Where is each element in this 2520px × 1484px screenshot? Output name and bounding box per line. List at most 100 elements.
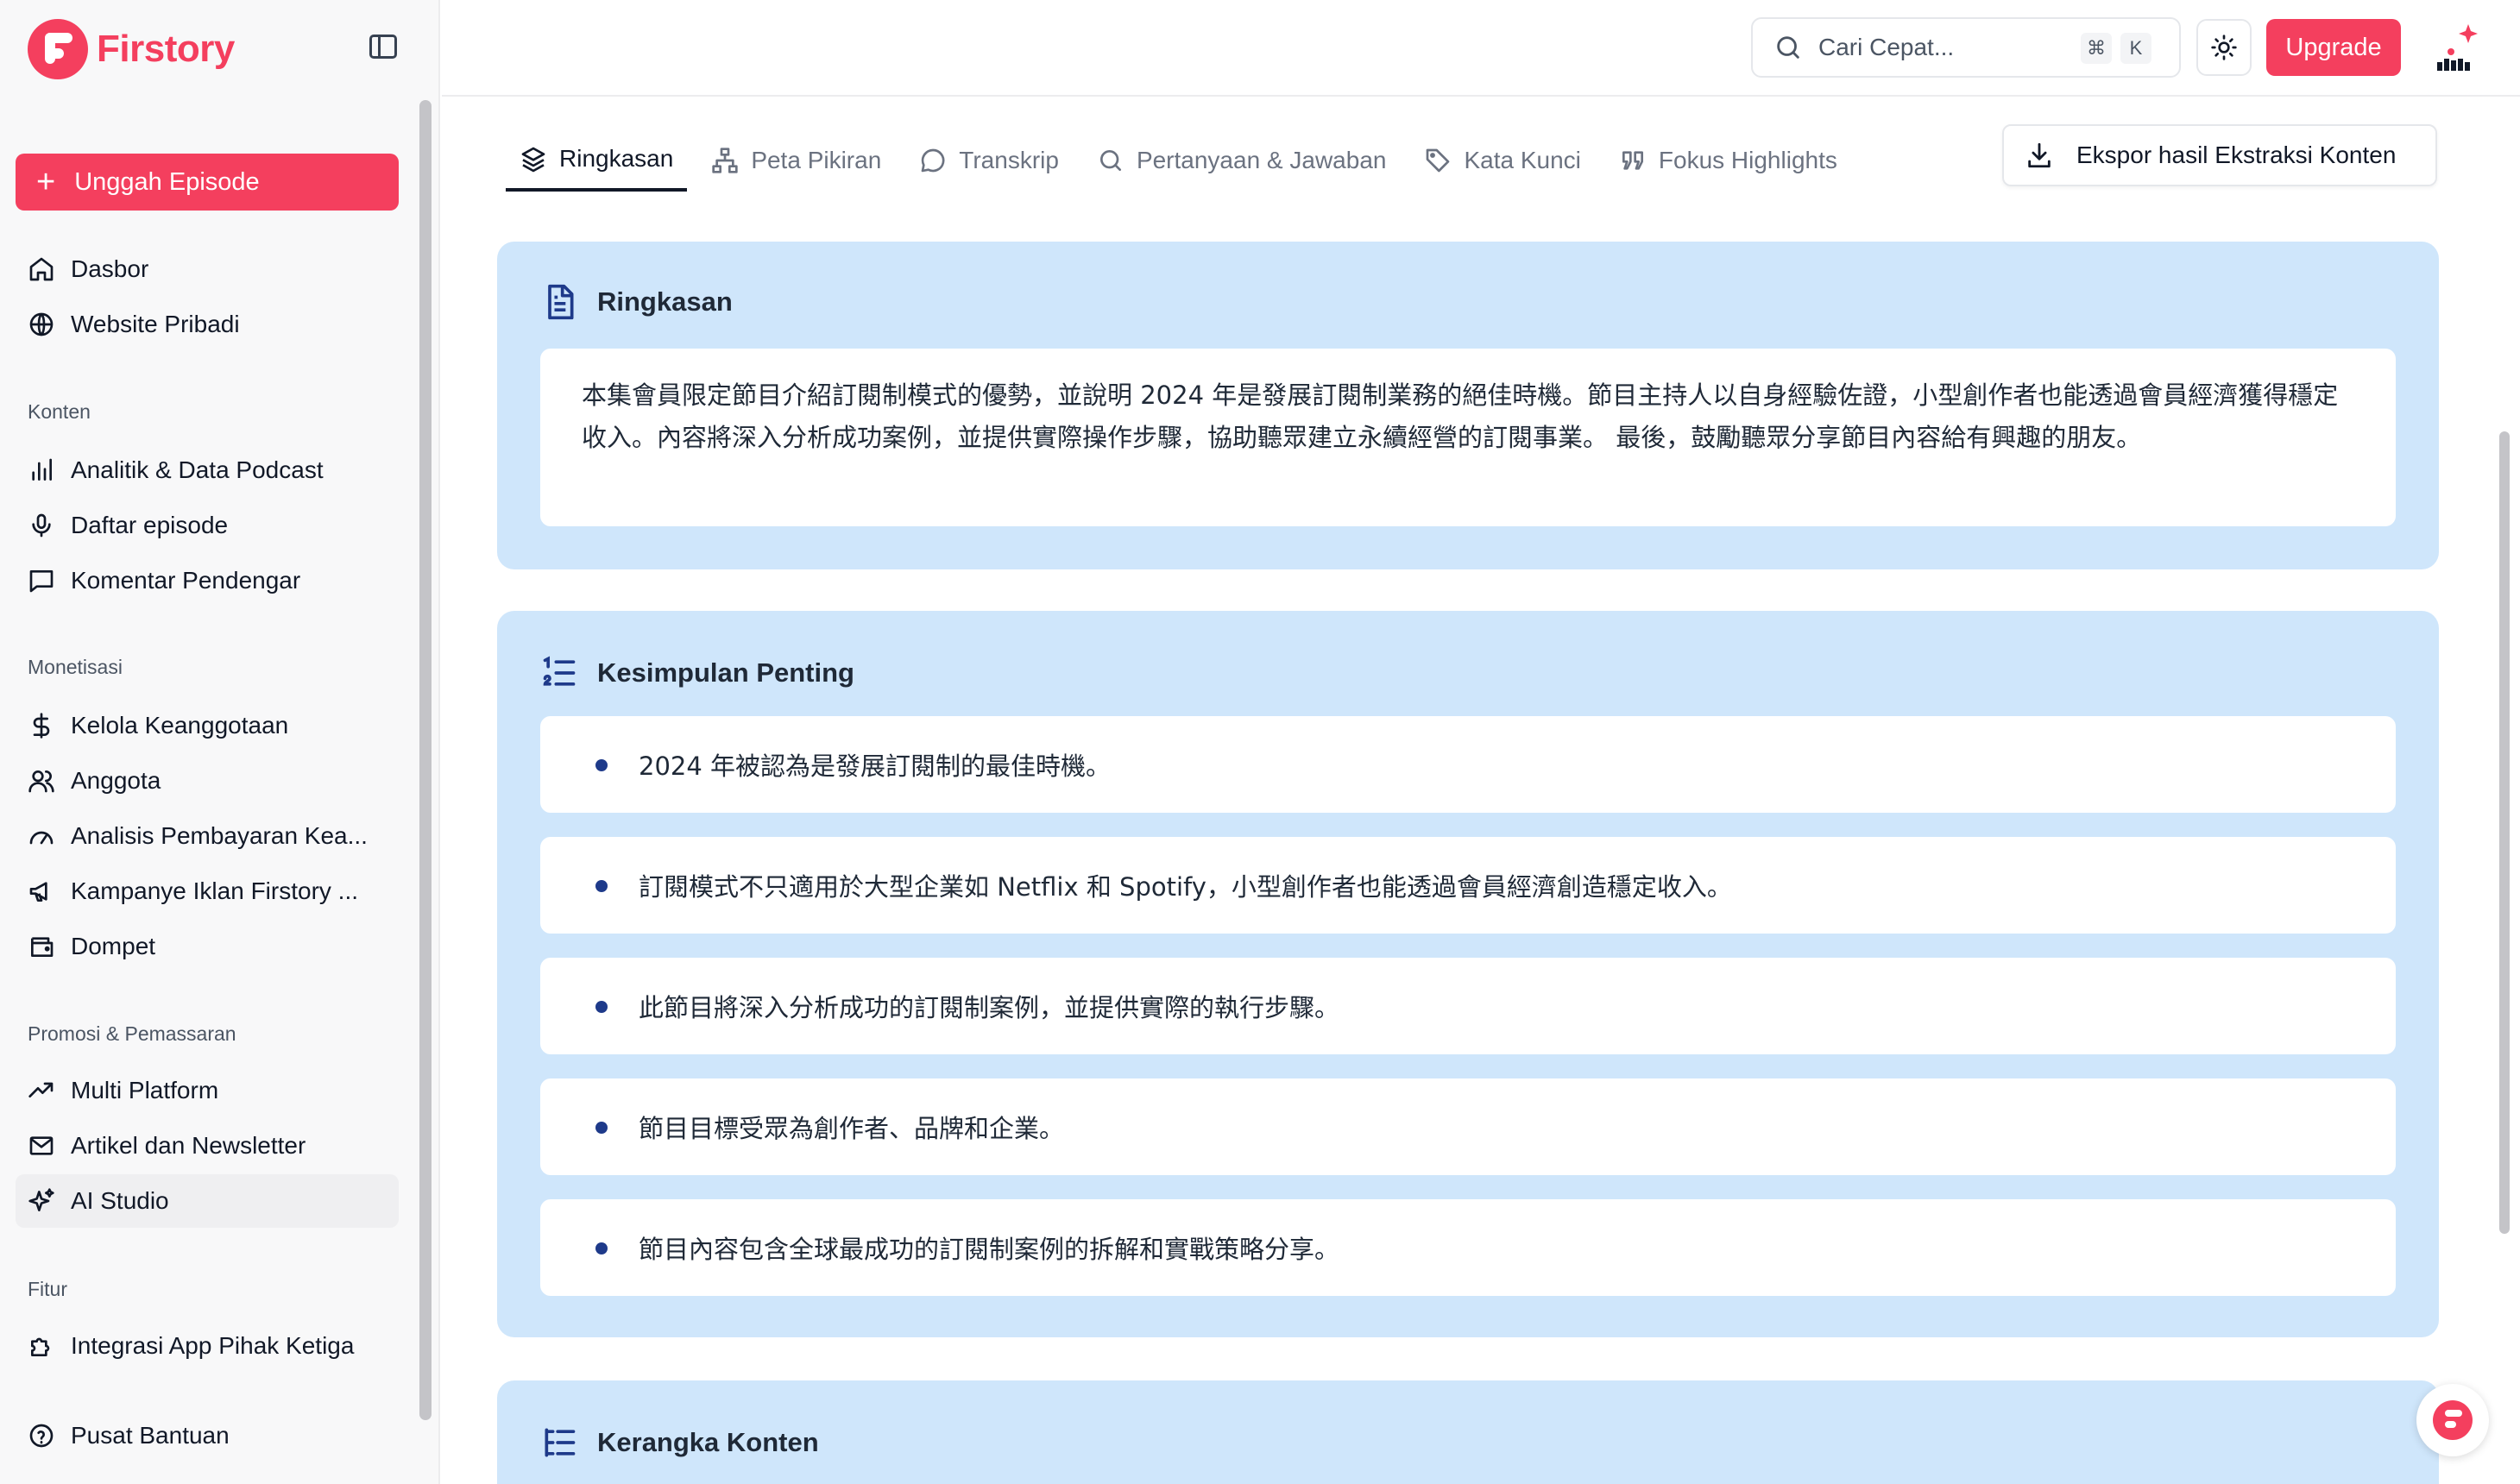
bullet-icon xyxy=(595,1122,608,1134)
sidebar-item-label: AI Studio xyxy=(71,1187,169,1214)
tab-ringkasan[interactable]: Ringkasan xyxy=(506,129,688,192)
sidebar-item-analitik[interactable]: Analitik & Data Podcast xyxy=(16,443,399,497)
gauge-icon xyxy=(28,822,55,850)
firstory-logo-icon xyxy=(28,19,88,79)
dollar-icon xyxy=(28,712,55,739)
key-point-text: 節目目標受眾為創作者、品牌和企業。 xyxy=(639,1114,1065,1143)
users-icon xyxy=(28,767,55,795)
sidebar-item-label: Website Pribadi xyxy=(71,311,240,337)
trending-up-icon xyxy=(28,1077,55,1104)
section-title-fitur: Fitur xyxy=(28,1278,67,1300)
outline-list-icon xyxy=(545,1428,576,1457)
numbered-list-icon xyxy=(543,656,576,686)
key-points-title-text: Kesimpulan Penting xyxy=(597,657,854,688)
sparkles-icon xyxy=(28,1187,55,1215)
sidebar-item-ai-studio[interactable]: AI Studio xyxy=(16,1174,399,1228)
bar-chart-icon xyxy=(28,456,55,484)
help-circle-icon xyxy=(28,1422,55,1449)
sidebar-item-help[interactable]: Pusat Bantuan xyxy=(16,1409,399,1462)
sidebar-item-label: Analisis Pembayaran Kea... xyxy=(71,822,368,849)
sidebar-item-episodes[interactable]: Daftar episode xyxy=(16,499,399,552)
tab-transkrip[interactable]: Transkrip xyxy=(905,129,1073,192)
key-point-text: 訂閱模式不只適用於大型企業如 Netflix 和 Spotify，小型創作者也能… xyxy=(639,872,1732,902)
sidebar-item-label: Daftar episode xyxy=(71,512,229,538)
document-icon xyxy=(548,284,574,320)
tag-icon xyxy=(1427,148,1450,173)
megaphone-icon xyxy=(28,877,55,905)
tab-peta-pikiran[interactable]: Peta Pikiran xyxy=(697,129,895,192)
tab-label: Transkrip xyxy=(959,147,1059,173)
bullet-icon xyxy=(595,1242,608,1254)
main-scrollbar[interactable] xyxy=(2499,431,2510,1234)
tab-kata-kunci[interactable]: Kata Kunci xyxy=(1410,129,1594,192)
support-chat-button[interactable] xyxy=(2416,1384,2489,1456)
sidebar-item-label: Multi Platform xyxy=(71,1077,219,1104)
ai-studio-tabs: Ringkasan Peta Pikiran Transkrip Pertany… xyxy=(506,129,1862,192)
sidebar-item-membership[interactable]: Kelola Keanggotaan xyxy=(16,699,399,752)
chat-bubble-icon xyxy=(921,148,945,173)
quick-search-input[interactable]: Cari Cepat... ⌘ K xyxy=(1751,17,2181,78)
sitemap-icon xyxy=(712,148,738,173)
sidebar-item-comments[interactable]: Komentar Pendengar xyxy=(16,554,399,607)
globe-icon xyxy=(28,311,55,338)
upload-episode-label: Unggah Episode xyxy=(74,167,260,196)
sidebar-item-multi-platform[interactable]: Multi Platform xyxy=(16,1064,399,1117)
microphone-icon xyxy=(28,512,55,539)
sidebar-item-wallet[interactable]: Dompet xyxy=(16,920,399,973)
download-icon xyxy=(2028,142,2051,168)
key-point-item: 2024 年被認為是發展訂閱制的最佳時機。 xyxy=(540,716,2396,813)
tab-label: Kata Kunci xyxy=(1464,147,1581,173)
tab-pertanyaan-jawaban[interactable]: Pertanyaan & Jawaban xyxy=(1083,129,1401,192)
key-point-item: 訂閱模式不只適用於大型企業如 Netflix 和 Spotify，小型創作者也能… xyxy=(540,837,2396,934)
sidebar-item-label: Artikel dan Newsletter xyxy=(71,1132,306,1159)
puzzle-icon xyxy=(28,1332,55,1360)
export-button[interactable]: Ekspor hasil Ekstraksi Konten xyxy=(2002,124,2437,186)
layers-icon xyxy=(521,147,545,173)
summary-title: Ringkasan xyxy=(540,283,733,321)
tab-label: Pertanyaan & Jawaban xyxy=(1136,147,1387,173)
sidebar-item-label: Integrasi App Pihak Ketiga xyxy=(71,1332,355,1359)
sidebar-toggle-icon[interactable] xyxy=(369,35,397,59)
avatar[interactable] xyxy=(2429,21,2485,78)
key-point-text: 2024 年被認為是發展訂閱制的最佳時機。 xyxy=(639,751,1112,781)
shortcut-key-k: K xyxy=(2120,33,2151,64)
message-square-icon xyxy=(28,567,55,594)
sidebar-item-newsletter[interactable]: Artikel dan Newsletter xyxy=(16,1119,399,1173)
sidebar-item-website[interactable]: Website Pribadi xyxy=(16,298,399,351)
upload-episode-button[interactable]: + Unggah Episode xyxy=(16,154,399,211)
sidebar-scrollbar[interactable] xyxy=(419,100,432,1420)
export-label: Ekspor hasil Ekstraksi Konten xyxy=(2076,141,2397,168)
plus-icon: + xyxy=(36,164,56,200)
theme-toggle-button[interactable] xyxy=(2196,19,2252,76)
sidebar-item-payment-analysis[interactable]: Analisis Pembayaran Kea... xyxy=(16,809,399,863)
app-name: Firstory xyxy=(97,28,235,70)
outline-card: Kerangka Konten xyxy=(497,1380,2439,1484)
shortcut-key-cmd: ⌘ xyxy=(2081,33,2112,64)
sidebar-item-members[interactable]: Anggota xyxy=(16,754,399,808)
sidebar-item-label: Dasbor xyxy=(71,255,149,282)
search-icon xyxy=(1777,36,1799,59)
sidebar: Firstory + Unggah Episode Dasbor Website… xyxy=(0,0,440,1484)
key-point-item: 節目目標受眾為創作者、品牌和企業。 xyxy=(540,1078,2396,1175)
tab-fokus-highlights[interactable]: Fokus Highlights xyxy=(1605,129,1851,192)
sidebar-item-label: Analitik & Data Podcast xyxy=(71,456,324,483)
sidebar-item-ad-campaign[interactable]: Kampanye Iklan Firstory ... xyxy=(16,865,399,918)
sidebar-item-label: Pusat Bantuan xyxy=(71,1422,230,1449)
sidebar-item-label: Komentar Pendengar xyxy=(71,567,301,594)
search-icon xyxy=(1099,150,1121,171)
upgrade-button[interactable]: Upgrade xyxy=(2266,19,2401,76)
search-placeholder: Cari Cepat... xyxy=(1818,34,1955,60)
summary-title-text: Ringkasan xyxy=(597,286,733,317)
section-title-monetisasi: Monetisasi xyxy=(28,656,123,678)
sidebar-item-label: Kelola Keanggotaan xyxy=(71,712,289,739)
sidebar-item-label: Kampanye Iklan Firstory ... xyxy=(71,877,359,904)
summary-card: Ringkasan 本集會員限定節目介紹訂閱制模式的優勢，並說明 2024 年是… xyxy=(497,242,2439,569)
sidebar-item-label: Dompet xyxy=(71,933,156,959)
bullet-icon xyxy=(595,759,608,771)
sidebar-item-dasbor[interactable]: Dasbor xyxy=(16,242,399,296)
key-point-item: 此節目將深入分析成功的訂閱制案例，並提供實際的執行步驟。 xyxy=(540,958,2396,1054)
bullet-icon xyxy=(595,880,608,892)
sidebar-item-integrations[interactable]: Integrasi App Pihak Ketiga xyxy=(16,1319,399,1373)
key-points-card: Kesimpulan Penting 2024 年被認為是發展訂閱制的最佳時機。… xyxy=(497,611,2439,1337)
firstory-logo[interactable]: Firstory xyxy=(28,19,235,79)
